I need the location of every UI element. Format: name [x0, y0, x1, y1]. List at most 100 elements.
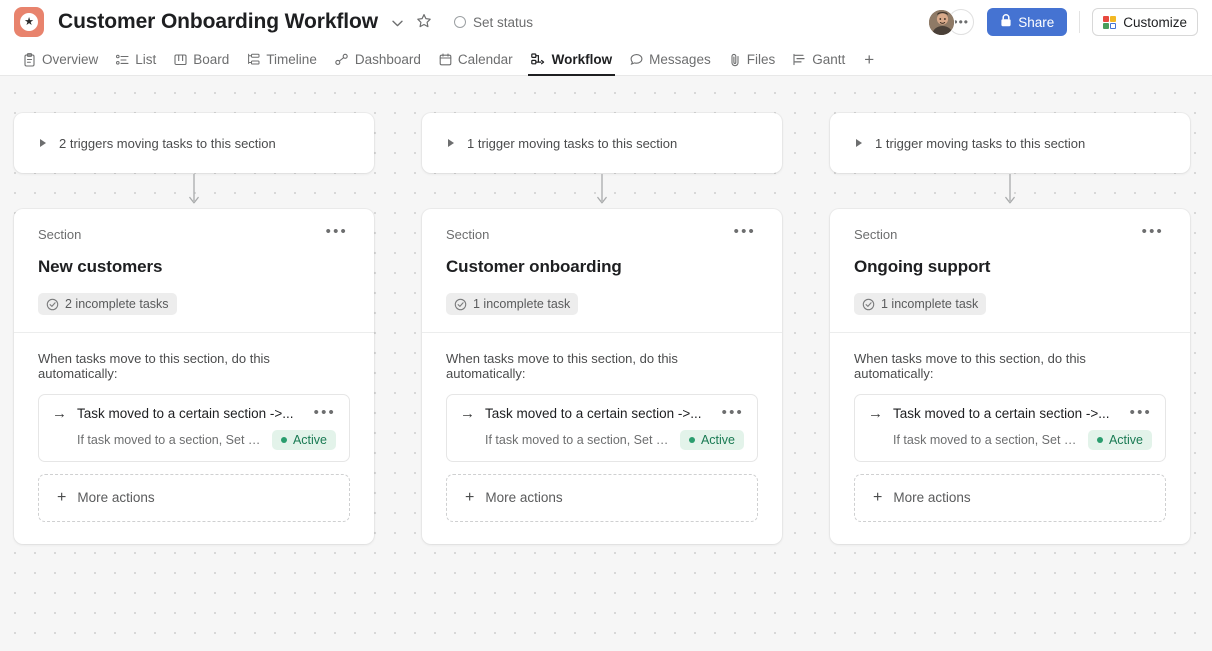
message-icon [630, 53, 643, 66]
section-type-label: Section [38, 227, 82, 242]
plus-icon: + [57, 488, 67, 506]
trigger-summary-card[interactable]: 1 trigger moving tasks to this section [422, 113, 782, 173]
page-title: Customer Onboarding Workflow [58, 10, 378, 33]
favorite-star-icon[interactable] [416, 13, 432, 32]
plus-icon: + [465, 488, 475, 506]
top-bar: ★ Customer Onboarding Workflow Set statu… [0, 0, 1212, 44]
trigger-summary-label: 1 trigger moving tasks to this section [467, 135, 678, 151]
tab-overview[interactable]: Overview [14, 44, 107, 75]
tab-messages[interactable]: Messages [621, 44, 720, 75]
member-avatars: ••• [928, 8, 975, 36]
incomplete-tasks-label: 1 incomplete task [881, 297, 979, 311]
list-icon [116, 54, 129, 66]
workflow-columns: 2 triggers moving tasks to this section … [0, 76, 1212, 544]
more-actions-button[interactable]: + More actions [446, 473, 758, 522]
section-title: Customer onboarding [446, 257, 622, 276]
tab-timeline[interactable]: Timeline [238, 44, 326, 75]
timeline-icon [247, 53, 260, 66]
workflow-column-customer-onboarding: 1 trigger moving tasks to this section S… [422, 113, 782, 544]
incomplete-tasks-badge: 1 incomplete task [446, 293, 579, 315]
star-icon: ★ [20, 13, 38, 31]
arrow-right-icon: → [52, 404, 67, 422]
trigger-summary-card[interactable]: 2 triggers moving tasks to this section [14, 113, 374, 173]
tab-workflow[interactable]: Workflow [522, 44, 622, 76]
rule-title: Task moved to a certain section ->... [485, 405, 702, 421]
more-actions-label: More actions [77, 490, 155, 505]
arrow-right-icon: → [868, 404, 883, 422]
set-status-button[interactable]: Set status [453, 14, 534, 30]
project-icon[interactable]: ★ [14, 7, 44, 37]
section-menu-button[interactable]: ••• [732, 224, 758, 239]
more-actions-label: More actions [485, 490, 563, 505]
section-menu-button[interactable]: ••• [324, 224, 350, 239]
incomplete-tasks-badge: 2 incomplete tasks [38, 293, 177, 315]
workflow-icon [530, 53, 546, 66]
section-automations: When tasks move to this section, do this… [14, 333, 374, 544]
section-menu-button[interactable]: ••• [1140, 224, 1166, 239]
status-dot-icon [1096, 436, 1103, 443]
customize-label: Customize [1123, 14, 1187, 30]
automation-rule-card[interactable]: → Task moved to a certain section ->... … [854, 393, 1166, 462]
automation-heading: When tasks move to this section, do this… [854, 350, 1086, 381]
set-status-label: Set status [472, 14, 534, 30]
rule-detail-row: If task moved to a section, Set Im... Ac… [460, 429, 744, 450]
triangle-right-icon [856, 139, 862, 147]
section-card: Section ••• Ongoing support 1 incomplete… [830, 209, 1190, 544]
section-title: Ongoing support [854, 257, 991, 276]
section-type-label: Section [446, 227, 490, 242]
tab-dashboard[interactable]: Dashboard [326, 44, 430, 75]
status-dot-icon [688, 436, 695, 443]
trigger-summary-label: 2 triggers moving tasks to this section [59, 135, 276, 151]
tab-gantt[interactable]: Gantt [784, 44, 854, 75]
automation-heading: When tasks move to this section, do this… [38, 350, 270, 381]
automation-rule-card[interactable]: → Task moved to a certain section ->... … [38, 393, 350, 462]
status-badge-label: Active [292, 432, 327, 447]
rule-menu-button[interactable]: ••• [722, 405, 744, 420]
rule-detail-row: If task moved to a section, Set Im... Ac… [52, 429, 336, 450]
workflow-canvas: 2 triggers moving tasks to this section … [0, 76, 1212, 651]
tab-board[interactable]: Board [165, 44, 238, 75]
grid-squares-icon [1103, 15, 1117, 29]
rule-menu-button[interactable]: ••• [314, 405, 336, 420]
section-automations: When tasks move to this section, do this… [422, 333, 782, 544]
paperclip-icon [729, 53, 741, 67]
tab-files[interactable]: Files [720, 44, 785, 75]
status-badge-label: Active [700, 432, 735, 447]
flow-arrow [14, 173, 374, 209]
incomplete-tasks-badge: 1 incomplete task [854, 293, 987, 315]
triangle-right-icon [448, 139, 454, 147]
rule-menu-button[interactable]: ••• [1130, 405, 1152, 420]
share-button[interactable]: Share [987, 8, 1068, 36]
automation-rule-card[interactable]: → Task moved to a certain section ->... … [446, 393, 758, 462]
more-actions-button[interactable]: + More actions [38, 473, 350, 522]
triangle-right-icon [40, 139, 46, 147]
tab-list[interactable]: List [107, 44, 165, 75]
view-tab-bar: Overview List Board Timeline Dashboard C… [0, 44, 1212, 76]
status-badge: Active [679, 429, 744, 450]
rule-subtitle: If task moved to a section, Set Im... [893, 432, 1078, 447]
avatar[interactable] [928, 8, 956, 36]
rule-title-row: → Task moved to a certain section ->... … [52, 404, 336, 422]
tab-label: List [135, 52, 157, 67]
tab-label: Workflow [551, 52, 613, 67]
tab-label: Messages [649, 52, 711, 67]
lock-icon [1000, 14, 1012, 30]
tab-calendar[interactable]: Calendar [430, 44, 522, 75]
rule-title: Task moved to a certain section ->... [77, 405, 294, 421]
section-card-toprow: Section ••• [854, 224, 1166, 242]
automation-heading: When tasks move to this section, do this… [446, 350, 678, 381]
more-actions-label: More actions [893, 490, 971, 505]
chevron-down-icon[interactable] [390, 15, 406, 30]
more-actions-button[interactable]: + More actions [854, 473, 1166, 522]
tab-label: Overview [42, 52, 99, 67]
add-view-button[interactable]: + [854, 44, 884, 75]
trigger-summary-card[interactable]: 1 trigger moving tasks to this section [830, 113, 1190, 173]
status-circle-icon [453, 16, 466, 28]
section-card-header: Section ••• New customers 2 incomplete t… [14, 209, 374, 332]
gantt-icon [793, 53, 806, 66]
incomplete-tasks-label: 1 incomplete task [473, 297, 571, 311]
toolbar-divider [1079, 11, 1081, 33]
flow-arrow [422, 173, 782, 209]
customize-button[interactable]: Customize [1092, 8, 1198, 36]
status-badge: Active [1087, 429, 1152, 450]
